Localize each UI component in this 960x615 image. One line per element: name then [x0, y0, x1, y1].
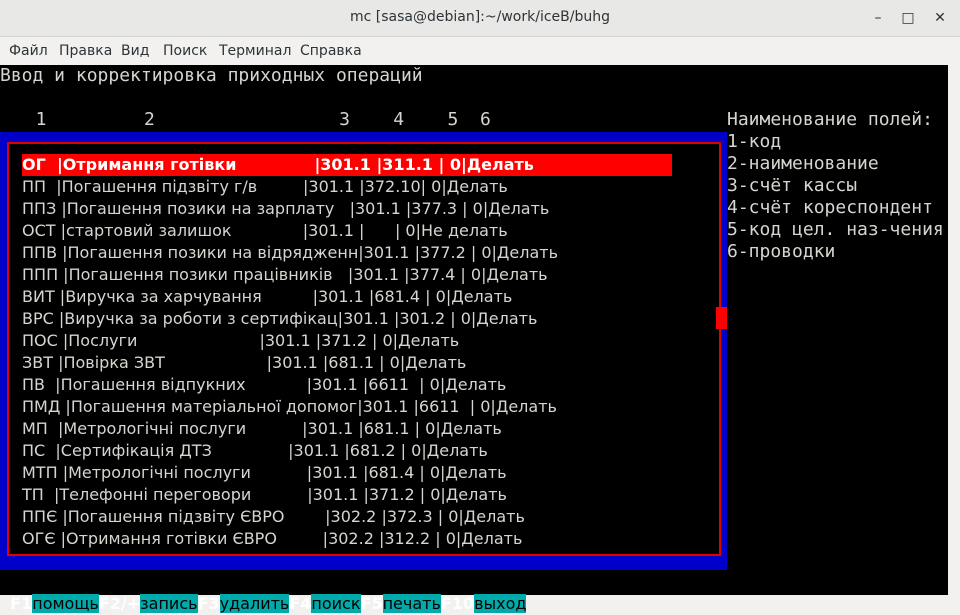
- column-numbers: 1 2 3 4 5 6: [14, 109, 491, 130]
- menu-edit[interactable]: Правка: [59, 43, 112, 59]
- list-scroll-marker[interactable]: [716, 307, 727, 329]
- fkey-code: F10: [440, 594, 475, 613]
- legend-item: 2-наименование: [727, 153, 879, 174]
- menu-bar: Файл Правка Вид Поиск Терминал Справка: [0, 37, 960, 65]
- table-row[interactable]: ПП |Погашення підзвіту г/в |301.1 |372.1…: [22, 176, 508, 198]
- table-row-selected[interactable]: ОГ |Отримання готівки |301.1 |311.1 | 0|…: [22, 154, 672, 176]
- table-row[interactable]: МП |Метрологічні послуги |301.1 |681.1 |…: [22, 418, 502, 440]
- f5-print-key[interactable]: F5печать: [361, 594, 441, 613]
- fkey-label: удалить: [219, 594, 290, 613]
- fkey-label: печать: [382, 594, 441, 613]
- fkey-code: F1: [10, 594, 33, 613]
- legend-item: 5-код цел. наз-чения: [727, 219, 944, 240]
- table-row[interactable]: ППЄ |Погашення підзвіту ЄВРО |302.2 |372…: [22, 506, 525, 528]
- table-row[interactable]: ОСТ |стартовий залишок |301.1 | | 0|Не д…: [22, 220, 508, 242]
- table-row[interactable]: ВИТ |Виручка за харчування |301.1 |681.4…: [22, 286, 512, 308]
- legend-item: 4-счёт кореспондент: [727, 197, 933, 218]
- table-row[interactable]: ТП |Телефонні переговори |301.1 |371.2 |…: [22, 484, 507, 506]
- fkey-code: F5: [360, 594, 383, 613]
- window-titlebar: mc [sasa@debian]:~/work/iceB/buhg – □ ✕: [0, 0, 960, 37]
- function-key-bar: F1помощьF2/+записьF3удалитьF4поискF5печа…: [0, 571, 527, 613]
- menu-help[interactable]: Справка: [300, 43, 362, 59]
- table-row[interactable]: ППП |Погашення позики працівників |301.1…: [22, 264, 548, 286]
- screen-heading: Ввод и корректировка приходных операций: [0, 65, 423, 86]
- fkey-code: F4: [289, 594, 312, 613]
- f1-help-key[interactable]: F1помощь: [10, 594, 99, 613]
- f3-delete-key[interactable]: F3удалить: [198, 594, 290, 613]
- window-title: mc [sasa@debian]:~/work/iceB/buhg: [350, 9, 610, 25]
- table-row[interactable]: ЗВТ |Повірка ЗВТ |301.1 |681.1 | 0|Делат…: [22, 352, 466, 374]
- terminal-scrollbar[interactable]: [948, 65, 960, 595]
- minimize-button[interactable]: –: [868, 8, 888, 28]
- fkey-label: запись: [140, 594, 198, 613]
- legend-item: 3-счёт кассы: [727, 175, 858, 196]
- table-row[interactable]: ПОС |Послуги |301.1 |371.2 | 0|Делать: [22, 330, 459, 352]
- menu-terminal[interactable]: Терминал: [219, 43, 291, 59]
- table-row[interactable]: ВРС |Виручка за роботи з сертифікац|301.…: [22, 308, 537, 330]
- menu-file[interactable]: Файл: [9, 43, 48, 59]
- table-row[interactable]: ПВ |Погашення відпукних |301.1 |6611 | 0…: [22, 374, 506, 396]
- legend-title: Наименование полей:: [727, 109, 933, 130]
- maximize-button[interactable]: □: [898, 8, 918, 28]
- menu-view[interactable]: Вид: [121, 43, 149, 59]
- close-button[interactable]: ✕: [930, 8, 950, 28]
- menu-search[interactable]: Поиск: [163, 43, 207, 59]
- legend-item: 6-проводки: [727, 241, 836, 262]
- table-row[interactable]: ПС |Сертифікація ДТЗ |301.1 |681.2 | 0|Д…: [22, 440, 488, 462]
- table-row[interactable]: ППВ |Погашення позики на відрядженн|301.…: [22, 242, 558, 264]
- f4-search-key[interactable]: F4поиск: [289, 594, 361, 613]
- f10-exit-key[interactable]: F10выход: [441, 594, 527, 613]
- table-row[interactable]: ППЗ |Погашення позики на зарплату |301.1…: [22, 198, 549, 220]
- legend-item: 1-код: [727, 131, 782, 152]
- fkey-label: помощь: [32, 594, 99, 613]
- fkey-label: выход: [474, 594, 527, 613]
- table-row[interactable]: ПМД |Погашення матеріальної допомог|301.…: [22, 396, 557, 418]
- f2-save-key[interactable]: F2/+запись: [99, 594, 198, 613]
- table-row[interactable]: ОГЄ |Отримання готівки ЄВРО |302.2 |312.…: [22, 528, 522, 550]
- table-row[interactable]: МТП |Метрологічні послуги |301.1 |681.4 …: [22, 462, 507, 484]
- fkey-label: поиск: [311, 594, 361, 613]
- fkey-code: F2/+: [98, 594, 141, 613]
- fkey-code: F3: [197, 594, 220, 613]
